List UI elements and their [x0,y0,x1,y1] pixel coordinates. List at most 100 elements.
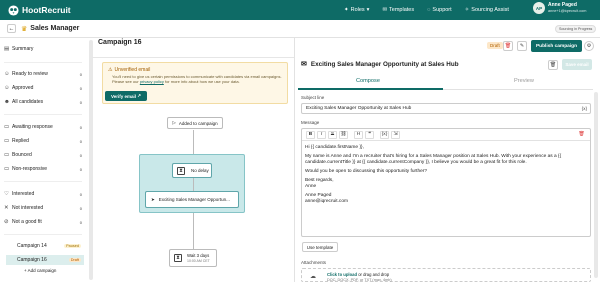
verify-email-button[interactable]: Verify email ↗ [105,91,147,101]
sidebar-item-summary[interactable]: ▤ Summary [4,44,82,54]
message-body[interactable]: Hi {{ candidate.firstName }}, My name is… [305,145,587,205]
variable-button[interactable]: {x} [380,130,389,139]
save-email-button[interactable]: Save email [562,59,592,70]
clear-button[interactable]: 🗑 [577,131,586,139]
user-menu[interactable]: AP Anne Paged anne+1@iqrecruit.com [533,2,586,14]
gear-icon: ⚙ [586,43,592,49]
sidebar-item-count: 0 [79,152,82,158]
divider [4,62,82,63]
paragraph: My name is Anne and I'm a recruiter that… [305,154,562,165]
signature-button[interactable]: ⇲ [391,130,400,139]
arrow-left-icon: ← [8,25,15,32]
mail-icon: ✉ [301,61,307,68]
sidebar-scrollbar[interactable] [89,40,93,280]
tab-preview[interactable]: Preview [514,78,534,84]
sidebar-item-count: 0 [79,138,82,144]
tab-compose[interactable]: Compose [356,78,380,84]
editor-scrollbar[interactable] [594,92,598,278]
sidebar-item-awaiting-response[interactable]: ▭ Awaiting response 0 [4,122,82,132]
message-editor[interactable]: B I S ⛓ H ❝ {x} ⇲ 🗑 Hi {{ candidate.firs… [301,128,591,237]
send-icon: ➤ [151,196,155,202]
signature-email: anne@iqrecruit.com [305,199,348,204]
sidebar-item-interested[interactable]: ♡ Interested 0 [4,189,82,199]
link-button[interactable]: ⛓ [339,130,348,139]
bold-button[interactable]: B [306,130,315,139]
sourcing-status-badge: Sourcing in Progress [555,25,597,33]
quote-button[interactable]: ❝ [365,130,374,139]
status-badge: Draft [487,42,503,49]
warning-icon: ⚠ [108,67,113,73]
sidebar-item-label: Bounced [12,152,32,158]
nav-roles[interactable]: ✦ Roles ▾ [344,7,369,13]
delete-campaign-button[interactable]: 🗑 [503,41,513,51]
user-email: anne+1@iqrecruit.com [548,9,587,13]
alert-body: You'll need to give us certain permissio… [112,74,288,84]
sidebar-item-all-candidates[interactable]: ☻ All candidates 0 [4,97,82,107]
nav-sourcing-assist[interactable]: ✧ Sourcing Assist [465,7,509,13]
app-logo[interactable]: HootRecruit [8,4,71,16]
nav-templates[interactable]: ✉ Templates [382,7,414,13]
sidebar-item-not-a-good-fit[interactable]: ⊘ Not a good fit 0 [4,217,82,227]
heading-button[interactable]: H [354,130,363,139]
message-label: Message [301,120,320,125]
wait-node[interactable]: ⧗ Wait 3 days 10:00 AM CET [169,249,217,267]
email-step-node[interactable]: ➤ Exciting Sales Manager Opportun... [145,191,239,208]
added-to-campaign-node[interactable]: ▷ Added to campaign [167,117,223,129]
status-badge: Draft [68,258,81,262]
sidebar-item-non-responsive[interactable]: ▭ Non-responsive 0 [4,164,82,174]
hourglass-icon: ⧗ [174,254,182,262]
settings-button[interactable]: ⚙ [584,41,594,51]
subject-input[interactable]: Exciting Sales Manager Opportunity at Sa… [301,103,591,114]
publish-campaign-button[interactable]: Publish campaign [531,40,582,52]
add-campaign-button[interactable]: + Add campaign [24,268,56,273]
campaign-label: Campaign 14 [17,243,47,249]
sidebar-item-bounced[interactable]: ▭ Bounced 0 [4,150,82,160]
cloud-upload-icon: ☁ [310,274,316,280]
nav-support[interactable]: ◌ Support [427,7,452,13]
campaign-item-16[interactable]: Campaign 16 Draft [6,255,84,265]
divider [4,114,82,115]
role-header: ← ♛ Sales Manager [0,20,600,38]
node-label: Wait 3 days [187,252,210,258]
document-icon: ▤ [4,46,10,52]
campaign-item-14[interactable]: Campaign 14 Paused [6,241,84,251]
delete-email-button[interactable]: 🗑 [548,60,558,70]
back-button[interactable]: ← [7,24,16,33]
delay-node[interactable]: ⧗ No delay [172,163,212,178]
x-icon: ✕ [4,205,9,211]
sidebar-item-ready-to-review[interactable]: ☺ Ready to review 0 [4,69,82,79]
star-icon: ✦ [344,7,349,13]
subject-label: Subject line [301,95,325,100]
strikethrough-button[interactable]: S [328,130,337,139]
thumbs-up-icon: ♡ [4,191,9,197]
verify-email-label: Verify email [110,93,136,99]
alert-title: Unverified email [114,67,151,73]
upload-formats: DOC, DOCX, PDF, or TXT (max. 4mb) [327,278,392,282]
connector [193,178,194,191]
divider [4,234,82,235]
privacy-policy-link[interactable]: privacy policy [140,79,164,84]
muted-chat-icon: ▭ [4,166,10,172]
use-template-button[interactable]: Use template [302,242,338,252]
campaign-title: Campaign 16 [98,39,142,46]
nav-templates-label: Templates [389,7,415,13]
sidebar-item-label: Awaiting response [12,124,53,130]
italic-button[interactable]: I [317,130,326,139]
users-icon: ☻ [4,99,10,105]
sidebar-item-label: All candidates [12,99,44,105]
attachment-dropzone[interactable]: ☁ Click to upload or drag and drop DOC, … [301,268,591,282]
sidebar-item-label: Interested [12,191,35,197]
sidebar-item-count: 0 [79,124,82,130]
insert-variable-button[interactable]: {x} [582,106,587,111]
edit-campaign-button[interactable]: ✎ [517,41,527,51]
user-plus-icon: ☺ [4,71,10,77]
node-sublabel: 10:00 AM CET [187,258,210,263]
paragraph: Would you be open to discussing this opp… [305,169,428,174]
hourglass-icon: ⧗ [177,166,185,175]
sidebar-item-not-interested[interactable]: ✕ Not interested 0 [4,203,82,213]
trash-icon: 🗑 [504,43,512,49]
owl-logo-icon [8,4,19,16]
sidebar-item-approved[interactable]: ☺ Approved 0 [4,83,82,93]
sidebar-item-replied[interactable]: ▭ Replied 0 [4,136,82,146]
click-to-upload-link[interactable]: Click to upload [327,272,357,277]
